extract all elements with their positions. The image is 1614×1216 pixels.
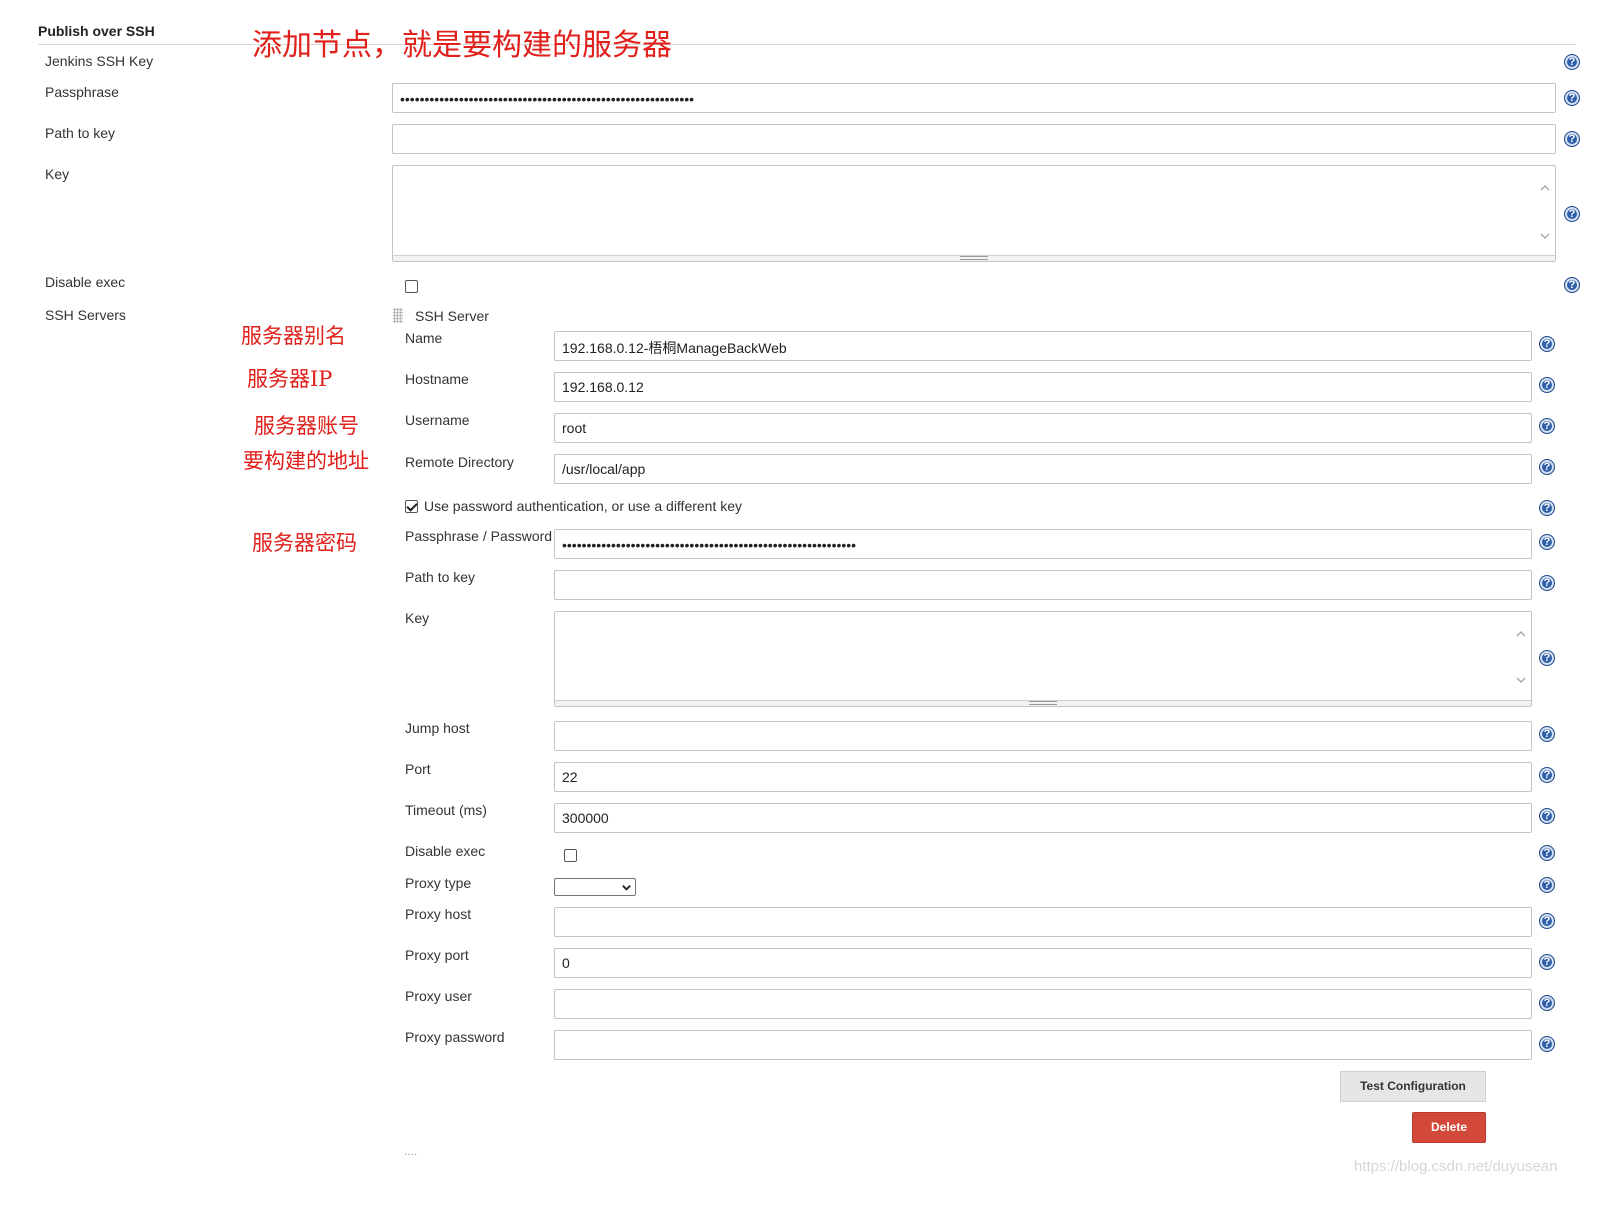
annotation-server-account: 服务器账号 <box>254 414 359 438</box>
chevron-up-icon[interactable] <box>1539 182 1551 194</box>
password-label: Passphrase / Password <box>405 528 553 544</box>
help-icon[interactable]: ? <box>1564 54 1580 70</box>
jenkins-ssh-key-label: Jenkins SSH Key <box>45 53 154 69</box>
username-input[interactable]: root <box>554 413 1532 443</box>
annotation-add-node: 添加节点，就是要构建的服务器 <box>252 28 672 63</box>
help-icon[interactable]: ? <box>1539 995 1555 1011</box>
proxy-port-label: Proxy port <box>405 947 469 963</box>
timeout-label: Timeout (ms) <box>405 802 487 818</box>
username-label: Username <box>405 412 470 428</box>
help-icon[interactable]: ? <box>1539 1036 1555 1052</box>
annotation-build-address: 要构建的地址 <box>243 449 369 473</box>
ssh-servers-label: SSH Servers <box>45 307 126 323</box>
help-icon[interactable]: ? <box>1539 877 1555 893</box>
help-icon[interactable]: ? <box>1539 650 1555 666</box>
more-ellipsis: .... <box>404 1144 418 1158</box>
help-icon[interactable]: ? <box>1564 131 1580 147</box>
passphrase-label: Passphrase <box>45 84 119 100</box>
path-to-key-input[interactable] <box>392 124 1556 154</box>
port-label: Port <box>405 761 431 777</box>
textarea-resize-handle[interactable] <box>393 255 1555 261</box>
help-icon[interactable]: ? <box>1539 377 1555 393</box>
delete-button[interactable]: Delete <box>1412 1112 1486 1143</box>
help-icon[interactable]: ? <box>1564 90 1580 106</box>
server-path-to-key-label: Path to key <box>405 569 476 585</box>
name-label: Name <box>405 330 443 346</box>
proxy-password-label: Proxy password <box>405 1029 505 1045</box>
remote-directory-label: Remote Directory <box>405 454 514 470</box>
hostname-label: Hostname <box>405 371 469 387</box>
help-icon[interactable]: ? <box>1539 575 1555 591</box>
server-disable-exec-checkbox[interactable] <box>564 849 577 862</box>
section-title: Publish over SSH <box>38 23 155 39</box>
server-path-to-key-input[interactable] <box>554 570 1532 600</box>
chevron-down-icon[interactable] <box>1515 674 1527 686</box>
watermark: https://blog.csdn.net/duyusean <box>1354 1158 1558 1175</box>
server-key-label: Key <box>405 610 430 626</box>
chevron-down-icon <box>622 885 631 891</box>
ssh-server-header: SSH Server <box>415 308 489 324</box>
textarea-resize-handle[interactable] <box>555 700 1531 706</box>
annotation-server-password: 服务器密码 <box>252 531 357 555</box>
proxy-type-label: Proxy type <box>405 875 472 891</box>
proxy-port-input[interactable]: 0 <box>554 948 1532 978</box>
use-password-checkbox[interactable] <box>405 500 418 513</box>
help-icon[interactable]: ? <box>1539 808 1555 824</box>
server-disable-exec-label: Disable exec <box>405 843 486 859</box>
help-icon[interactable]: ? <box>1539 534 1555 550</box>
help-icon[interactable]: ? <box>1539 845 1555 861</box>
timeout-input[interactable]: 300000 <box>554 803 1532 833</box>
jump-host-label: Jump host <box>405 720 470 736</box>
drag-handle-icon[interactable] <box>393 308 403 323</box>
annotation-server-ip: 服务器IP <box>247 367 333 391</box>
server-key-textarea[interactable] <box>554 611 1532 707</box>
path-to-key-label: Path to key <box>45 125 116 141</box>
password-input[interactable]: ••••••••••••••••••••••••••••••••••••••••… <box>554 529 1532 559</box>
key-label: Key <box>45 166 70 182</box>
help-icon[interactable]: ? <box>1539 913 1555 929</box>
chevron-down-icon[interactable] <box>1539 230 1551 242</box>
proxy-user-input[interactable] <box>554 989 1532 1019</box>
port-input[interactable]: 22 <box>554 762 1532 792</box>
passphrase-input[interactable]: ••••••••••••••••••••••••••••••••••••••••… <box>392 83 1556 113</box>
jump-host-input[interactable] <box>554 721 1532 751</box>
chevron-up-icon[interactable] <box>1515 628 1527 640</box>
proxy-password-input[interactable] <box>554 1030 1532 1060</box>
proxy-type-select[interactable] <box>554 878 636 896</box>
disable-exec-checkbox[interactable] <box>405 280 418 293</box>
annotation-server-alias: 服务器别名 <box>241 324 346 348</box>
help-icon[interactable]: ? <box>1564 277 1580 293</box>
hostname-input[interactable]: 192.168.0.12 <box>554 372 1532 402</box>
disable-exec-label: Disable exec <box>45 274 126 290</box>
help-icon[interactable]: ? <box>1539 767 1555 783</box>
help-icon[interactable]: ? <box>1539 459 1555 475</box>
help-icon[interactable]: ? <box>1539 726 1555 742</box>
proxy-host-label: Proxy host <box>405 906 472 922</box>
key-textarea[interactable] <box>392 165 1556 262</box>
proxy-host-input[interactable] <box>554 907 1532 937</box>
name-input[interactable]: 192.168.0.12-梧桐ManageBackWeb <box>554 331 1532 361</box>
use-password-label: Use password authentication, or use a di… <box>424 498 743 514</box>
proxy-user-label: Proxy user <box>405 988 472 1004</box>
help-icon[interactable]: ? <box>1564 206 1580 222</box>
help-icon[interactable]: ? <box>1539 954 1555 970</box>
remote-directory-input[interactable]: /usr/local/app <box>554 454 1532 484</box>
help-icon[interactable]: ? <box>1539 418 1555 434</box>
help-icon[interactable]: ? <box>1539 336 1555 352</box>
test-configuration-button[interactable]: Test Configuration <box>1340 1071 1486 1102</box>
help-icon[interactable]: ? <box>1539 500 1555 516</box>
